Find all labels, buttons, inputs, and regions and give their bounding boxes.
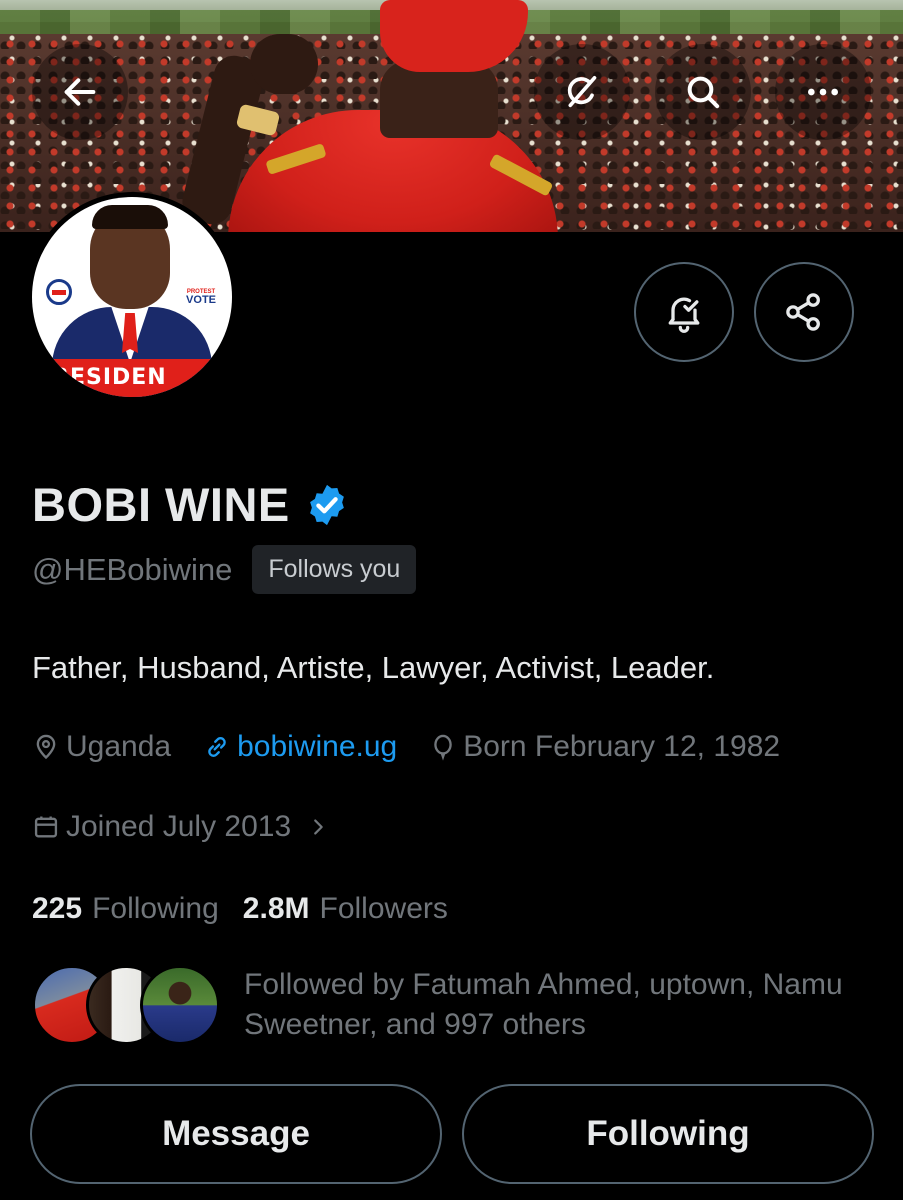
protest-vote-logo: PROTEST VOTE: [186, 289, 216, 306]
followers-label[interactable]: Followers: [320, 892, 448, 926]
following-label[interactable]: Following: [92, 892, 219, 926]
balloon-icon: [434, 734, 452, 761]
avatar-hair: [92, 205, 168, 229]
profile-name: BOBI WINE: [32, 478, 290, 531]
website-item[interactable]: bobiwine.ug: [203, 730, 397, 764]
followed-by-text: Followed by Fatumah Ahmed, uptown, Namu …: [244, 968, 843, 1041]
search-button[interactable]: [655, 44, 751, 140]
website-link[interactable]: bobiwine.ug: [237, 730, 397, 764]
avatar-image: PROTEST VOTE RESIDEN: [32, 197, 232, 397]
birthday-item: Born February 12, 1982: [429, 730, 780, 764]
party-logo: [46, 279, 72, 305]
calendar-icon: [34, 816, 58, 838]
joined-row[interactable]: Joined July 2013: [32, 810, 335, 844]
follows-you-badge: Follows you: [252, 545, 417, 594]
profile-meta: Uganda bobiwine.ug Born February 12, 198…: [32, 730, 812, 764]
profile-handle: @HEBobiwine: [32, 551, 233, 587]
share-icon: [786, 293, 820, 331]
profile-bio: Father, Husband, Artiste, Lawyer, Activi…: [32, 650, 715, 685]
profile-avatar[interactable]: PROTEST VOTE RESIDEN: [27, 192, 237, 402]
following-count[interactable]: 225: [32, 892, 82, 926]
followed-by-row[interactable]: Followed by Fatumah Ahmed, uptown, Namu …: [32, 965, 844, 1045]
follow-stats: 225 Following 2.8M Followers: [32, 892, 472, 926]
followers-count[interactable]: 2.8M: [243, 892, 310, 926]
search-icon: [687, 76, 720, 109]
notification-bell-icon: [668, 297, 700, 333]
grok-icon: [567, 76, 597, 108]
back-arrow-icon: [64, 78, 96, 106]
message-button[interactable]: Message: [30, 1084, 442, 1184]
chevron-right-icon: [314, 819, 323, 835]
link-icon: [208, 737, 226, 757]
location-item: Uganda: [32, 730, 171, 764]
profile-name-row: BOBI WINE: [32, 477, 350, 532]
verified-badge-icon[interactable]: [304, 482, 350, 528]
banner-figure-hand: [250, 34, 318, 94]
avatar-banner-text: RESIDEN: [52, 365, 167, 390]
birthday-text: Born February 12, 1982: [463, 730, 781, 763]
location-text: Uganda: [66, 730, 172, 763]
back-button[interactable]: [32, 44, 128, 140]
location-pin-icon: [36, 734, 56, 760]
grok-button[interactable]: [534, 44, 630, 140]
vote-text: VOTE: [186, 294, 216, 306]
notifications-button[interactable]: [634, 262, 734, 362]
follower-avatar: [140, 965, 220, 1045]
following-button[interactable]: Following: [462, 1084, 874, 1184]
handle-row: @HEBobiwine Follows you: [32, 545, 417, 594]
joined-text: Joined July 2013: [66, 810, 292, 843]
more-icon: [808, 88, 838, 96]
more-button[interactable]: [775, 44, 871, 140]
share-button[interactable]: [754, 262, 854, 362]
